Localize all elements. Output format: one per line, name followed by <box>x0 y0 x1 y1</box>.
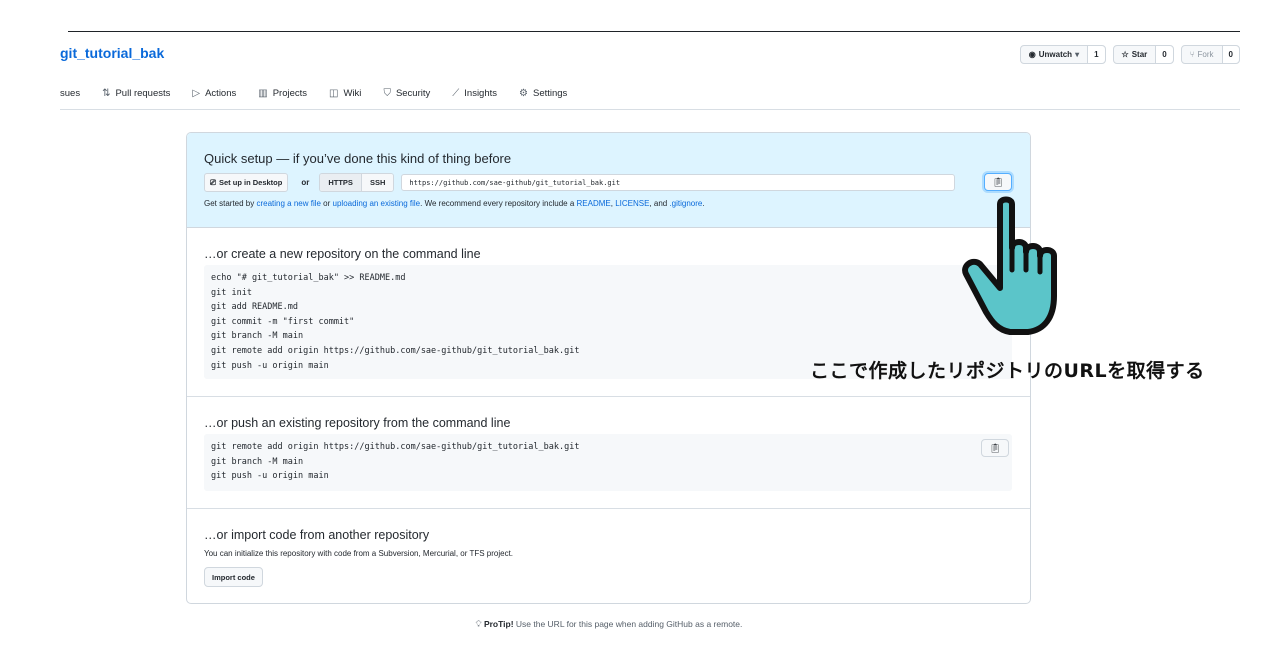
https-button[interactable]: HTTPS <box>320 174 362 191</box>
readme-link[interactable]: README <box>577 199 611 208</box>
play-icon: ▷ <box>192 87 201 99</box>
tab-label: Wiki <box>343 87 362 99</box>
protip: 💡︎ ProTip! Use the URL for this page whe… <box>0 619 1218 630</box>
tab-actions[interactable]: ▷ Actions <box>192 82 236 104</box>
quick-setup-help: Get started by creating a new file or up… <box>204 199 705 208</box>
tab-settings[interactable]: ⚙ Settings <box>519 82 567 104</box>
star-button-group[interactable]: ☆ Star 0 <box>1112 45 1174 64</box>
book-icon: ◫ <box>329 87 339 99</box>
ssh-button[interactable]: SSH <box>361 174 394 191</box>
create-file-link[interactable]: creating a new file <box>256 199 320 208</box>
watch-count[interactable]: 1 <box>1088 46 1105 63</box>
help-text: . <box>702 199 705 208</box>
push-code-block[interactable]: git remote add origin https://github.com… <box>204 434 1012 491</box>
star-icon: ☆ <box>1121 50 1129 59</box>
tab-label: Insights <box>464 87 498 99</box>
repo-actions: ◉ Unwatch ▾ 1 ☆ Star 0 ⑂ Fork 0 <box>1019 45 1240 64</box>
copy-push-commands-button[interactable]: 📋︎ <box>981 439 1009 457</box>
push-section-title: …or push an existing repository from the… <box>204 416 511 430</box>
tab-insights[interactable]: ⟋ Insights <box>452 82 497 104</box>
pointing-hand-icon <box>962 196 1057 335</box>
help-text: , and <box>649 199 670 208</box>
caret-down-icon: ▾ <box>1075 50 1080 59</box>
fork-label: Fork <box>1197 50 1214 59</box>
repo-name-link[interactable]: git_tutorial_bak <box>60 45 164 61</box>
import-code-button[interactable]: Import code <box>204 567 263 587</box>
unwatch-button[interactable]: ◉ Unwatch ▾ <box>1021 46 1089 63</box>
tab-label: Pull requests <box>115 87 171 99</box>
star-button[interactable]: ☆ Star <box>1114 46 1157 63</box>
upload-file-link[interactable]: uploading an existing file <box>333 199 421 208</box>
or-label: or <box>301 178 310 187</box>
top-divider <box>68 31 1240 32</box>
create-section-title: …or create a new repository on the comma… <box>204 247 481 261</box>
protocol-toggle: HTTPS SSH <box>319 173 395 192</box>
pull-request-icon: ⇅ <box>102 87 111 99</box>
push-repo-section: …or push an existing repository from the… <box>187 397 1030 509</box>
graph-icon: ⟋ <box>452 87 460 99</box>
fork-button-group[interactable]: ⑂ Fork 0 <box>1180 45 1240 64</box>
setup-desktop-button[interactable]: ⎚ Set up in Desktop <box>204 173 289 192</box>
repo-nav: sues ⇅ Pull requests ▷ Actions ▥ Project… <box>60 82 1240 110</box>
license-link[interactable]: LICENSE <box>615 199 649 208</box>
quick-setup-title: Quick setup — if you’ve done this kind o… <box>204 151 512 166</box>
eye-icon: ◉ <box>1028 50 1036 59</box>
clone-url-input[interactable]: https://github.com/sae-github/git_tutori… <box>401 174 956 191</box>
tab-issues[interactable]: sues <box>60 82 80 104</box>
project-icon: ▥ <box>258 87 268 99</box>
quick-setup-panel: Quick setup — if you’ve done this kind o… <box>187 133 1030 228</box>
watch-button-group[interactable]: ◉ Unwatch ▾ 1 <box>1019 45 1106 64</box>
help-text: or <box>320 199 333 208</box>
lightbulb-icon: 💡︎ <box>475 619 482 629</box>
tab-label: Projects <box>272 87 308 99</box>
gear-icon: ⚙ <box>519 87 528 99</box>
import-description: You can initialize this repository with … <box>204 549 514 558</box>
setup-desktop-label: Set up in Desktop <box>219 178 283 187</box>
tab-label: sues <box>60 87 81 99</box>
fork-count[interactable]: 0 <box>1222 46 1239 63</box>
shield-icon: ⛉ <box>383 87 391 99</box>
clipboard-icon: 📋︎ <box>992 176 1004 187</box>
clipboard-icon: 📋︎ <box>989 442 1001 453</box>
unwatch-label: Unwatch <box>1038 50 1073 59</box>
protip-label: ProTip! <box>483 619 514 629</box>
star-count[interactable]: 0 <box>1156 46 1173 63</box>
star-label: Star <box>1131 50 1148 59</box>
help-text: Get started by <box>204 199 257 208</box>
tab-wiki[interactable]: ◫ Wiki <box>329 82 361 104</box>
tab-label: Settings <box>532 87 568 99</box>
tab-pull-requests[interactable]: ⇅ Pull requests <box>102 82 170 104</box>
tab-projects[interactable]: ▥ Projects <box>258 82 307 104</box>
desktop-icon: ⎚ <box>210 177 216 187</box>
gitignore-link[interactable]: .gitignore <box>669 199 702 208</box>
quick-setup-row: ⎚ Set up in Desktop or HTTPS SSH https:/… <box>204 173 956 192</box>
fork-icon: ⑂ <box>1189 50 1195 59</box>
import-section-title: …or import code from another repository <box>204 528 430 542</box>
tab-label: Actions <box>205 87 237 99</box>
help-text: . We recommend every repository include … <box>420 199 577 208</box>
tab-label: Security <box>395 87 431 99</box>
protip-text: Use the URL for this page when adding Gi… <box>513 619 743 629</box>
copy-url-button[interactable]: 📋︎ <box>984 173 1012 191</box>
annotation-text: ここで作成したリポジトリのURLを取得する <box>810 360 1205 382</box>
tab-security[interactable]: ⛉ Security <box>383 82 430 104</box>
fork-button[interactable]: ⑂ Fork <box>1182 46 1223 63</box>
